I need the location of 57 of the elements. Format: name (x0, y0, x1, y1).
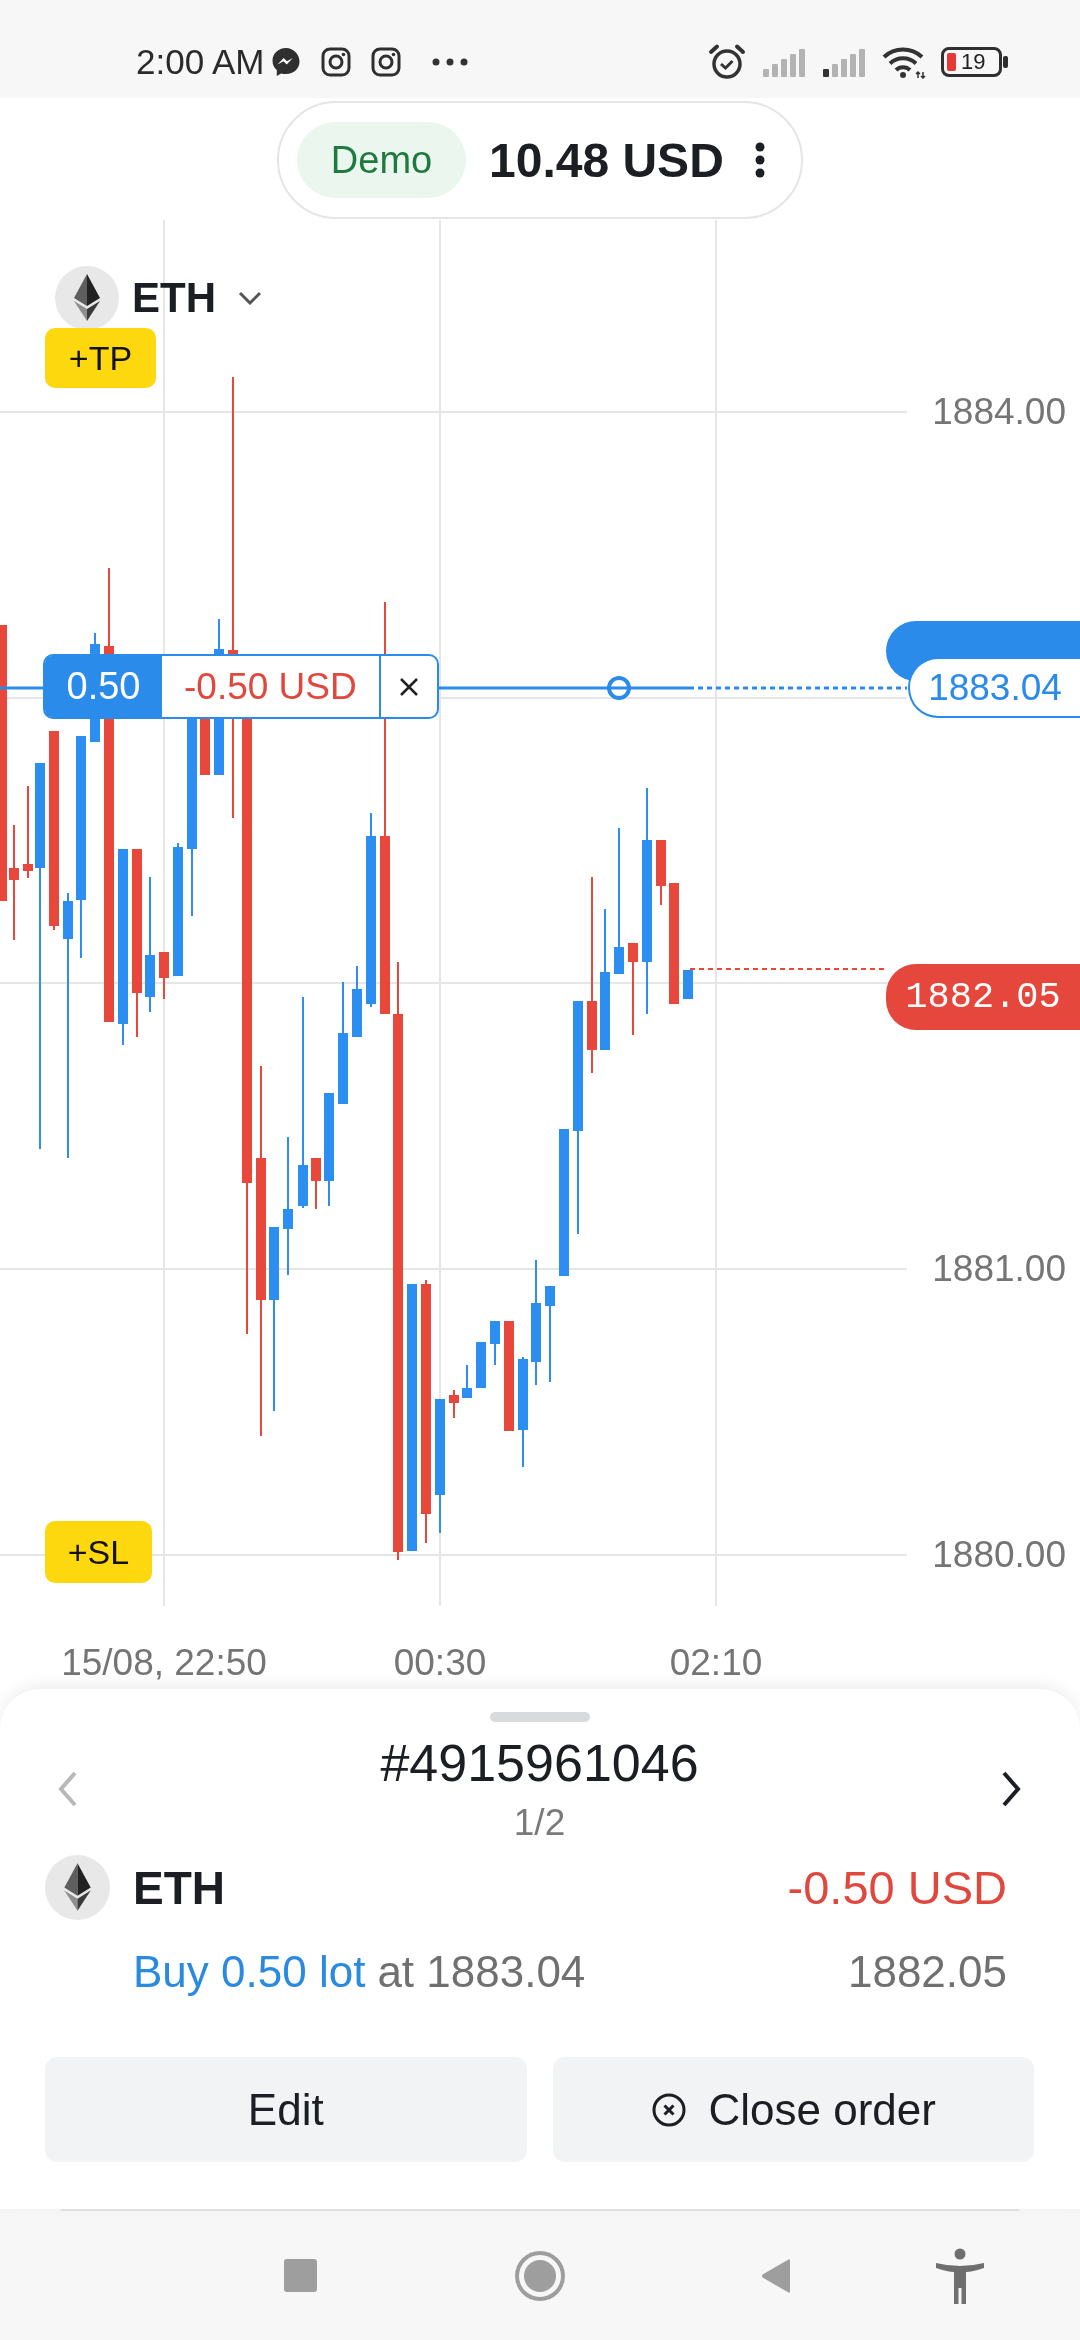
wifi-icon (881, 45, 927, 79)
position-volume: 0.50 (45, 656, 162, 717)
price-axis-label: 1884.00 (932, 390, 1066, 434)
position-label[interactable]: 0.50 -0.50 USD (43, 654, 439, 719)
candle (462, 1365, 472, 1398)
candle (159, 952, 169, 999)
more-icon[interactable] (755, 142, 765, 178)
time-axis-label: 02:10 (669, 1641, 763, 1685)
candle (449, 1390, 459, 1418)
line-drag-handle[interactable] (607, 676, 631, 700)
profit-text: -0.50 USD (787, 1860, 1007, 1915)
instrument-selector[interactable]: ETH (55, 266, 262, 330)
position-profit-text: -0.50 USD (183, 664, 358, 709)
time-axis-label: 00:30 (393, 1641, 487, 1685)
triangle-icon[interactable] (760, 2257, 792, 2294)
edit-button[interactable]: Edit (45, 2057, 527, 2162)
account-mode-badge: Demo (297, 122, 466, 198)
candle (311, 1158, 321, 1209)
alarm-clock-icon (707, 43, 747, 81)
battery-percent: 19 (961, 50, 986, 74)
close-circle-icon (650, 2091, 687, 2128)
signal-icon (761, 47, 807, 77)
candle (352, 966, 362, 1037)
coin-icon (45, 1855, 110, 1920)
chevron-down-icon (238, 291, 262, 305)
chat-bubble-icon (271, 47, 302, 77)
close-order-button[interactable]: Close order (552, 2057, 1034, 2162)
candle (490, 1321, 500, 1365)
person-icon[interactable] (935, 2247, 985, 2304)
coin-icon (55, 266, 119, 330)
time-axis-label: 15/08, 22:50 (61, 1641, 267, 1685)
sheet-handle[interactable] (489, 1712, 590, 1722)
candle (683, 970, 693, 999)
ring-icon[interactable] (515, 2250, 565, 2301)
candle (656, 840, 666, 905)
page-indicator: 1/2 (513, 1801, 566, 1845)
symbol-text: ETH (133, 1860, 225, 1915)
current-price-text: 1882.05 (847, 1947, 1007, 1997)
dots-icon (432, 58, 469, 66)
price-axis-label: 1880.00 (932, 1533, 1066, 1577)
entry-text: at 1883.04 (377, 1947, 586, 1997)
order-number: #4915961046 (380, 1733, 699, 1793)
price-axis-label: 1881.00 (932, 1247, 1066, 1291)
battery-icon (941, 47, 1009, 77)
current-price-tag: 1882.05 (886, 964, 1080, 1030)
close-icon (397, 675, 420, 698)
entry-price-tag: 1883.04 (908, 657, 1080, 718)
take-profit-button[interactable]: +TP (45, 328, 156, 388)
balance-text: 10.48 USD (489, 132, 724, 188)
account-pill[interactable]: Demo 10.48 USD (277, 101, 803, 219)
trade-text: Buy 0.50 lot (133, 1947, 366, 1997)
camera-icon (321, 47, 352, 77)
status-time: 2:00 AM (136, 42, 265, 82)
signal-icon (821, 47, 867, 77)
stop-loss-button[interactable]: +SL (45, 1521, 152, 1583)
candle (476, 1342, 486, 1388)
camera-icon (371, 47, 402, 77)
